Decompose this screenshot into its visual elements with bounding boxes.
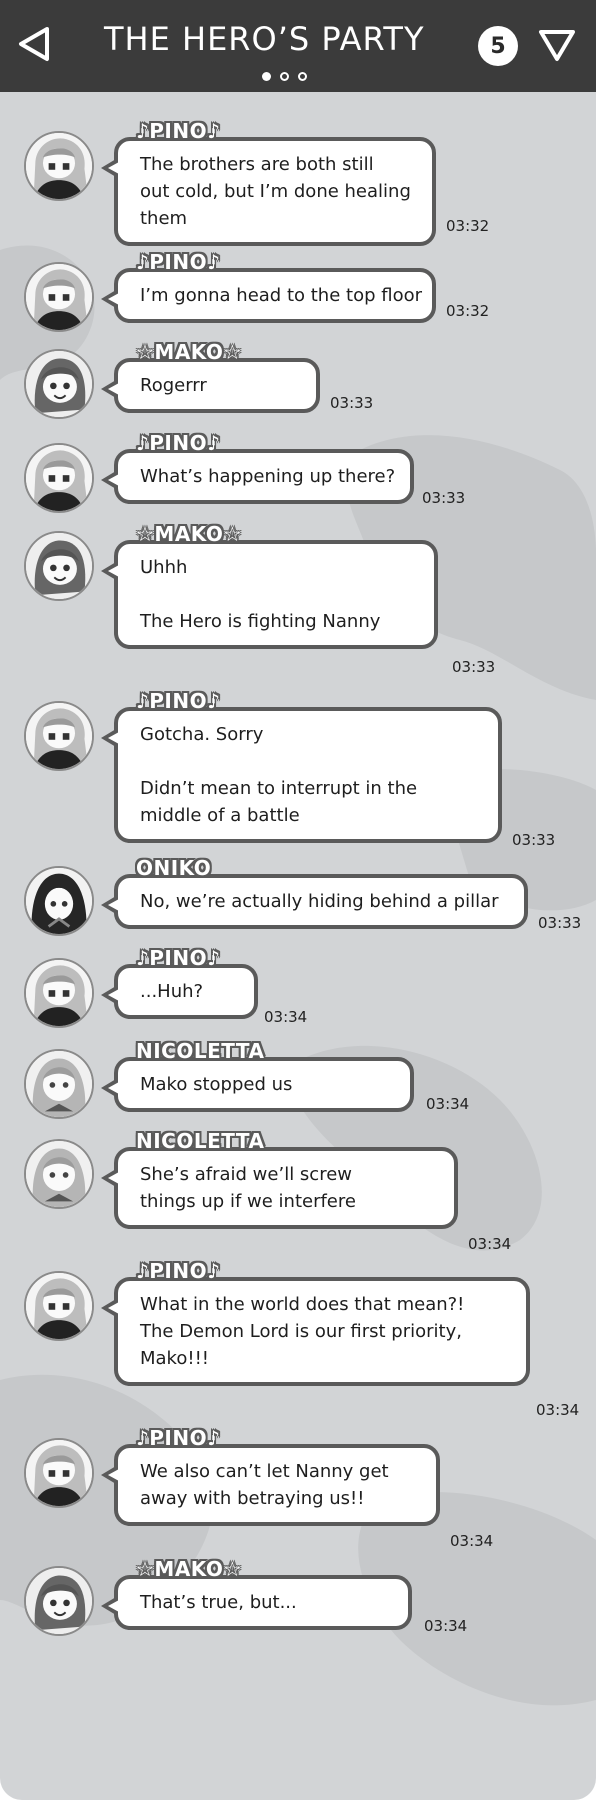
avatar[interactable]	[24, 1139, 94, 1209]
message-bubble: No, we’re actually hiding behind a pilla…	[101, 874, 528, 929]
message-bubble: She’s afraid we’ll screw things up if we …	[101, 1147, 458, 1229]
message-bubble: Uhhh The Hero is fighting Nanny	[101, 540, 438, 649]
page-dot-active	[262, 72, 271, 81]
message-bubble: I’m gonna head to the top floor	[101, 268, 436, 323]
message-text: middle of a battle	[140, 805, 300, 826]
message-bubble: That’s true, but...	[101, 1575, 412, 1630]
message-text: Uhhh	[140, 557, 188, 578]
message-bubble: Gotcha. Sorry Didn’t mean to interrupt in…	[101, 707, 502, 843]
message-bubble: We also can’t let Nanny get away with bet…	[101, 1444, 440, 1526]
sender-name: ♪PINO♪	[136, 689, 221, 713]
avatar[interactable]	[24, 958, 94, 1028]
page-indicator	[262, 72, 307, 81]
sender-name: NICOLETTA	[136, 1039, 265, 1063]
message-bubble: Rogerrr	[101, 358, 320, 413]
message-bubble: Mako stopped us	[101, 1057, 414, 1112]
message-timestamp: 03:32	[446, 217, 490, 235]
message-timestamp: 03:34	[264, 1008, 308, 1026]
message-timestamp: 03:33	[538, 914, 582, 932]
message-bubble: The brothers are both still out cold, but…	[101, 137, 436, 246]
avatar[interactable]	[24, 531, 94, 601]
message-text: Mako!!!	[140, 1348, 210, 1369]
avatar[interactable]	[24, 1049, 94, 1119]
sender-name: ♪PINO♪	[136, 250, 221, 274]
message-text: No, we’re actually hiding behind a pilla…	[140, 891, 499, 912]
page-dot	[298, 72, 307, 81]
message-timestamp: 03:33	[512, 831, 556, 849]
avatar[interactable]	[24, 701, 94, 771]
message-text: What in the world does that mean?!	[140, 1294, 465, 1315]
sender-name: ♪PINO♪	[136, 119, 221, 143]
message-text: them	[140, 208, 188, 229]
chat-title: THE HERO’S PARTY	[104, 20, 425, 58]
sender-name: ☆MAKO☆	[136, 1557, 242, 1581]
message-text: away with betraying us!!	[140, 1488, 365, 1509]
sender-name: ♪PINO♪	[136, 1259, 221, 1283]
unread-count-badge: 5	[478, 26, 518, 66]
message-bubble: What’s happening up there?	[101, 449, 414, 504]
avatar[interactable]	[24, 1566, 94, 1636]
avatar[interactable]	[24, 866, 94, 936]
message-text: The Demon Lord is our first priority,	[140, 1321, 462, 1342]
message-timestamp: 03:34	[426, 1095, 470, 1113]
page-dot	[280, 72, 289, 81]
message-timestamp: 03:32	[446, 302, 490, 320]
sender-name: NICOLETTA	[136, 1129, 265, 1153]
message-text: Mako stopped us	[140, 1074, 293, 1095]
sender-name: ☆MAKO☆	[136, 522, 242, 546]
sender-name: ♪PINO♪	[136, 946, 221, 970]
back-triangle-icon[interactable]	[14, 24, 54, 64]
avatar[interactable]	[24, 262, 94, 332]
message-bubble: What in the world does that mean?! The De…	[101, 1277, 530, 1386]
message-text: Didn’t mean to interrupt in the	[140, 778, 418, 799]
message-text: That’s true, but...	[140, 1592, 297, 1613]
message-timestamp: 03:34	[424, 1617, 468, 1635]
sender-name: ♪PINO♪	[136, 1426, 221, 1450]
avatar[interactable]	[24, 349, 94, 419]
message-text: things up if we interfere	[140, 1191, 356, 1212]
message-text: Rogerrr	[140, 375, 207, 396]
menu-triangle-down-icon[interactable]	[537, 25, 577, 65]
chat-header: THE HERO’S PARTY 5	[0, 0, 596, 92]
message-timestamp: 03:34	[468, 1235, 512, 1253]
message-timestamp: 03:34	[536, 1401, 580, 1419]
message-timestamp: 03:33	[422, 489, 466, 507]
message-timestamp: 03:33	[452, 658, 496, 676]
sender-name: ☆MAKO☆	[136, 340, 242, 364]
message-bubble: ...Huh?	[101, 964, 258, 1019]
sender-name: ONIKO	[136, 856, 212, 880]
message-text: We also can’t let Nanny get	[140, 1461, 389, 1482]
avatar[interactable]	[24, 1438, 94, 1508]
message-text: I’m gonna head to the top floor	[140, 285, 422, 306]
avatar[interactable]	[24, 1271, 94, 1341]
message-text: out cold, but I’m done healing	[140, 181, 411, 202]
message-timestamp: 03:34	[450, 1532, 494, 1550]
message-text: What’s happening up there?	[140, 466, 396, 487]
message-text: The brothers are both still	[140, 154, 374, 175]
sender-name: ♪PINO♪	[136, 431, 221, 455]
avatar[interactable]	[24, 131, 94, 201]
avatar[interactable]	[24, 443, 94, 513]
chat-screen: THE HERO’S PARTY 5 The brothers are both…	[0, 0, 596, 1800]
message-text: She’s afraid we’ll screw	[140, 1164, 352, 1185]
message-text: The Hero is fighting Nanny	[140, 611, 381, 632]
message-text: ...Huh?	[140, 981, 204, 1002]
message-text: Gotcha. Sorry	[140, 724, 264, 745]
message-timestamp: 03:33	[330, 394, 374, 412]
